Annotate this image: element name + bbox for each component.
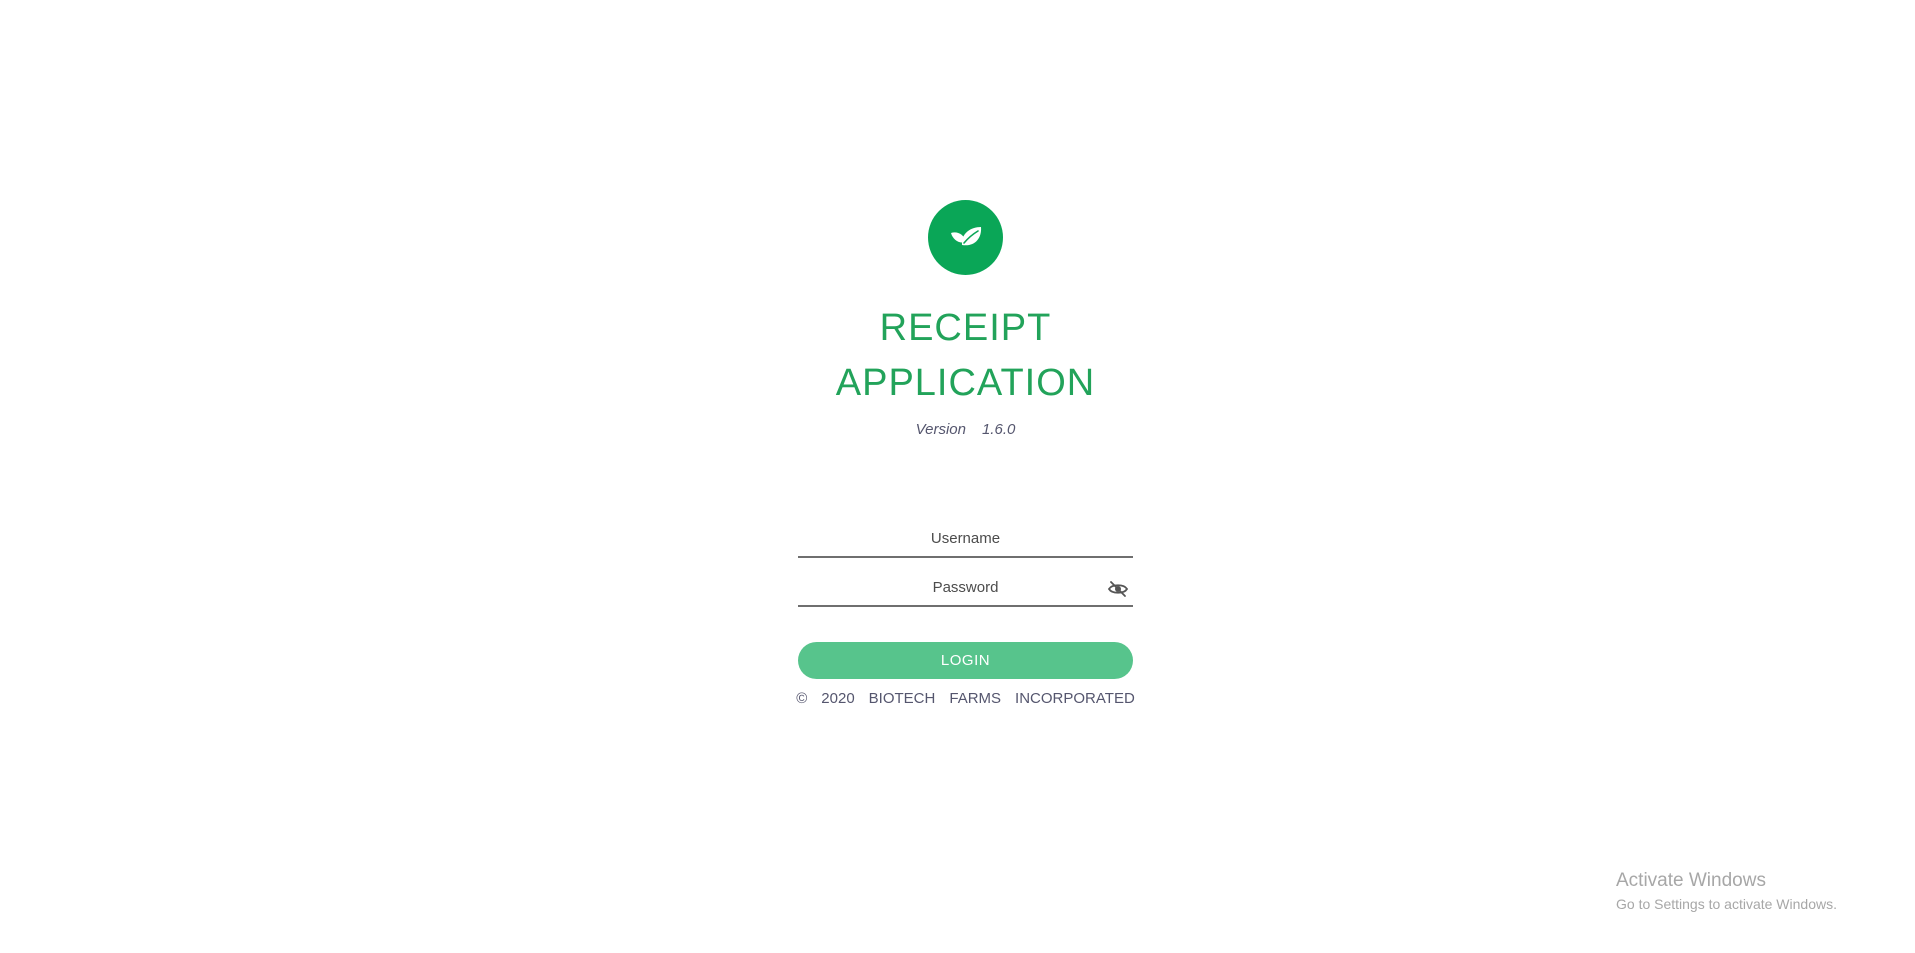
activate-windows-watermark: Activate Windows Go to Settings to activ…: [1616, 870, 1837, 912]
login-page: RECEIPT APPLICATION Version 1.6.0 Userna…: [0, 0, 1915, 953]
watermark-title: Activate Windows: [1616, 870, 1766, 891]
app-title: RECEIPT APPLICATION: [836, 301, 1095, 411]
version-label: Version: [915, 421, 966, 438]
password-visibility-toggle[interactable]: [1107, 579, 1129, 599]
app-title-line2: APPLICATION: [835, 362, 1096, 404]
username-input[interactable]: [798, 522, 1133, 554]
password-input[interactable]: [798, 571, 1133, 603]
login-card: RECEIPT APPLICATION Version 1.6.0 Userna…: [796, 200, 1135, 707]
copyright-year: 2020: [821, 690, 855, 707]
version-info: Version 1.6.0: [916, 421, 1016, 438]
login-form: LOGIN: [798, 522, 1133, 679]
copyright-symbol: ©: [796, 690, 808, 707]
app-title-line1: RECEIPT: [879, 307, 1052, 349]
copyright-footer: © 2020 BIOTECH FARMS INCORPORATED: [796, 690, 1135, 707]
username-field-wrapper: [798, 522, 1133, 558]
app-logo: [928, 200, 1003, 275]
password-field-wrapper: [798, 571, 1133, 607]
company-word-3: INCORPORATED: [1015, 690, 1135, 707]
eye-off-icon: [1107, 581, 1129, 597]
company-word-1: BIOTECH: [868, 690, 936, 707]
watermark-subtitle: Go to Settings to activate Windows.: [1616, 896, 1837, 912]
version-number: 1.6.0: [981, 421, 1016, 438]
company-word-2: FARMS: [949, 690, 1002, 707]
leaf-icon: [950, 226, 981, 245]
login-button[interactable]: LOGIN: [798, 642, 1133, 679]
